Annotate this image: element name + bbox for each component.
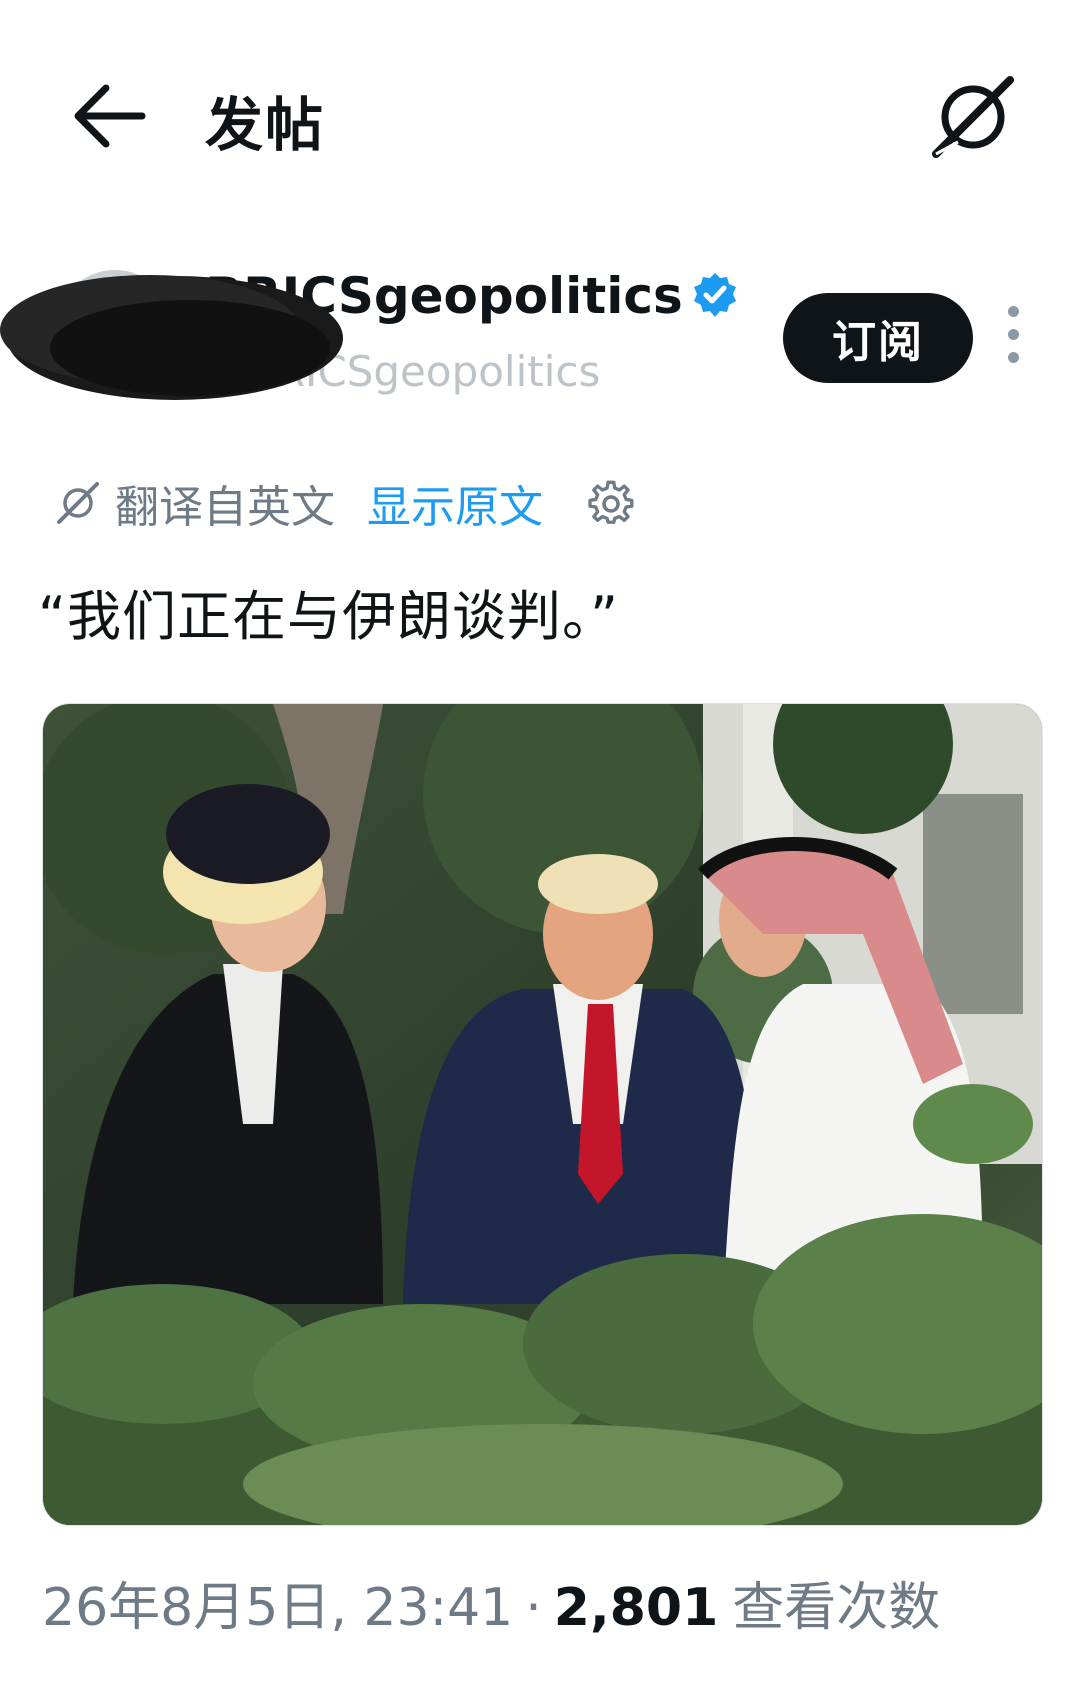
gear-icon[interactable]: [587, 479, 635, 527]
redaction-scribble: [0, 275, 343, 400]
post-timestamp[interactable]: 26年8月5日, 23:41: [42, 1565, 513, 1640]
photo-illustration: [43, 704, 1042, 1525]
more-vertical-icon: [1007, 306, 1019, 317]
meta-separator: ·: [525, 1578, 542, 1638]
subscribe-button[interactable]: 订阅: [783, 293, 973, 383]
post-meta: 26年8月5日, 23:41 · 2,801 查看次数: [42, 1565, 940, 1640]
post-text: “我们正在与伊朗谈判。”: [38, 585, 619, 648]
top-bar: 发帖: [0, 0, 1080, 230]
view-count[interactable]: 2,801: [554, 1578, 718, 1638]
show-original-link[interactable]: 显示原文: [367, 471, 543, 535]
view-count-label: 查看次数: [732, 1578, 941, 1638]
grok-button[interactable]: [928, 72, 1018, 162]
grok-slash-icon: [932, 76, 1014, 158]
grok-slash-icon: [57, 482, 99, 524]
translation-label: 翻译自英文: [115, 482, 335, 533]
author-row: BRICSgeopolitics @BRICSgeopolitics 订阅: [0, 240, 1080, 440]
post-image[interactable]: [42, 703, 1043, 1526]
translation-bar: 翻译自英文 显示原文: [55, 468, 635, 538]
page-title: 发帖: [205, 91, 326, 159]
arrow-left-icon: [74, 84, 146, 148]
more-options-button[interactable]: [998, 298, 1028, 378]
verified-badge-icon: [693, 273, 736, 317]
back-button[interactable]: [70, 80, 150, 152]
